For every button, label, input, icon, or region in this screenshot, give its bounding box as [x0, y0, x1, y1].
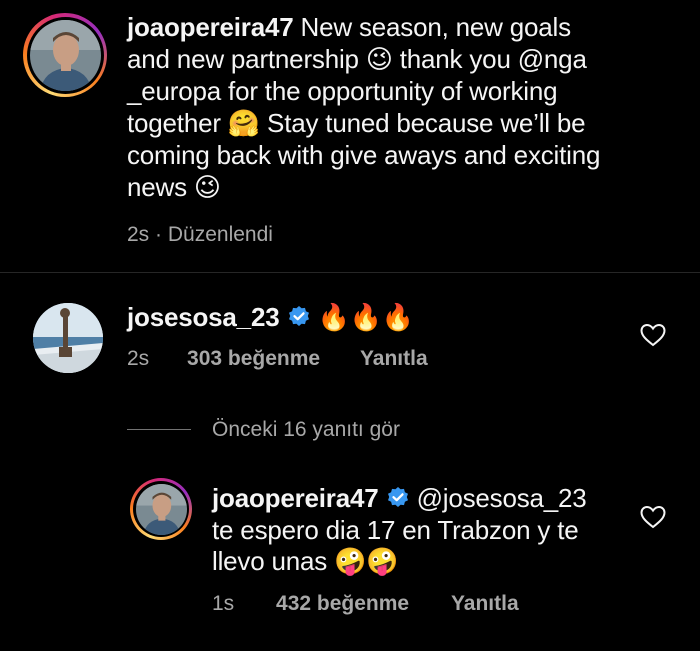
reply-time: 1s — [212, 592, 235, 615]
reply-author-avatar[interactable] — [130, 478, 192, 540]
comment-body: josesosa_23 🔥🔥🔥 — [127, 302, 414, 335]
comment-reply-button[interactable]: Yanıtla — [360, 347, 428, 370]
verified-badge-icon — [288, 306, 309, 326]
commenter-avatar[interactable] — [33, 303, 103, 373]
verified-badge-icon — [387, 487, 408, 507]
wink-emoji-icon: 😉 — [193, 172, 221, 203]
post-caption: joaopereira47 New season, new goals and … — [127, 12, 601, 203]
post-meta: 2s · Düzenlendi — [127, 223, 273, 246]
portrait-photo-icon — [29, 19, 101, 91]
post-author-avatar[interactable] — [23, 13, 107, 97]
portrait-photo-icon — [135, 483, 187, 535]
view-previous-replies[interactable]: Önceki 16 yanıtı gör — [212, 418, 400, 442]
comment-meta: 2s 303 beğenme Yanıtla — [127, 347, 428, 371]
view-replies-line — [127, 429, 191, 430]
commenter-username[interactable]: josesosa_23 — [127, 302, 280, 332]
beach-photo-icon — [33, 303, 103, 373]
reply-likes[interactable]: 432 beğenme — [276, 592, 409, 615]
post-time: 2s — [127, 223, 150, 246]
comment-likes[interactable]: 303 beğenme — [187, 347, 320, 370]
reply-body: joaopereira47 @josesosa_23 te espero dia… — [212, 483, 587, 577]
reply-username[interactable]: joaopereira47 — [212, 483, 379, 513]
comment-time: 2s — [127, 347, 150, 370]
post-username[interactable]: joaopereira47 — [127, 12, 294, 42]
hug-emoji-icon: 🤗 — [227, 108, 261, 139]
comment-like-heart-icon[interactable] — [640, 323, 666, 347]
zany-face-emoji-icon: 🤪🤪 — [334, 547, 399, 577]
edited-label: Düzenlendi — [167, 223, 273, 246]
reply-mention[interactable]: @josesosa_23 — [417, 483, 587, 513]
fire-emoji-icon: 🔥🔥🔥 — [317, 303, 415, 333]
reply-meta: 1s 432 beğenme Yanıtla — [212, 592, 519, 616]
reply-like-heart-icon[interactable] — [640, 505, 666, 529]
wink-emoji-icon: 😉 — [365, 44, 393, 75]
caption-divider — [0, 272, 700, 273]
reply-reply-button[interactable]: Yanıtla — [451, 592, 519, 615]
